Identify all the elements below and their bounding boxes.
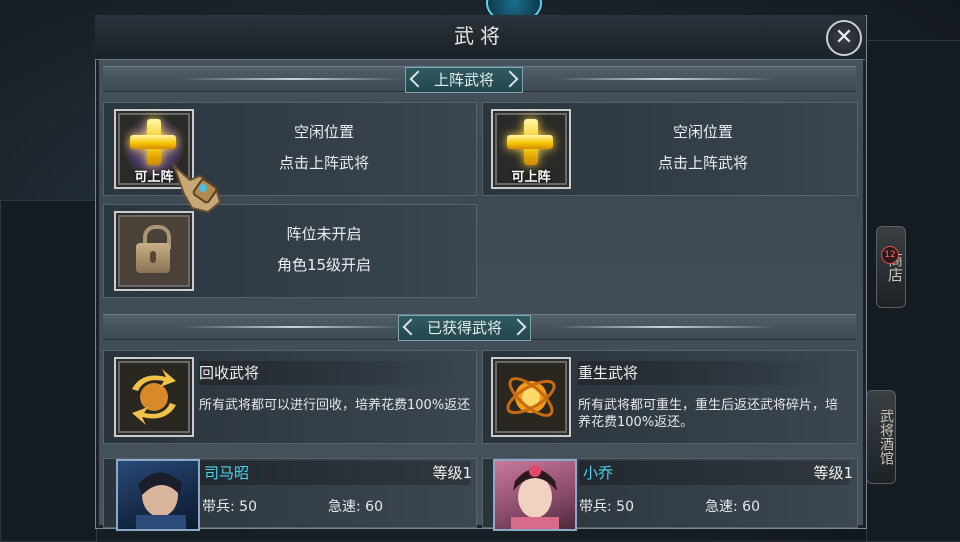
hero-level: 等级1 — [432, 464, 472, 482]
troops-value: 50 — [616, 499, 634, 515]
window-title: 武将 — [454, 24, 506, 48]
hero-speed: 急速: 60 — [328, 495, 383, 519]
slot-status-text: 空闲位置 点击上阵武将 — [204, 117, 444, 179]
deploy-slot-2[interactable]: 可上阵 空闲位置 点击上阵武将 — [482, 102, 858, 196]
slot-status-text: 阵位未开启 角色15级开启 — [204, 219, 444, 281]
header-divider-left — [183, 326, 403, 328]
pointing-hand-icon — [171, 162, 222, 214]
slot-status-text: 空闲位置 点击上阵武将 — [583, 117, 823, 179]
troops-label: 带兵: — [579, 499, 612, 515]
deploy-section-title: 上阵武将 — [405, 67, 524, 93]
plus-icon — [130, 119, 176, 165]
hero-troops: 带兵: 50 — [202, 495, 257, 519]
close-button[interactable]: ✕ — [826, 20, 862, 56]
shop-badge: 12 — [881, 246, 899, 264]
deploy-section-header: 上阵武将 — [103, 66, 856, 93]
slot-icon-frame — [114, 211, 194, 291]
deploy-slot-3-locked[interactable]: 阵位未开启 角色15级开启 — [103, 204, 477, 298]
rebirth-description: 所有武将都可重生，重生后返还武将碎片，培养花费100%返还。 — [578, 398, 839, 430]
slot-line-1: 空闲位置 — [293, 123, 354, 141]
recycle-title: 回收武将 — [199, 361, 459, 385]
recycle-icon-frame — [114, 357, 194, 437]
troops-label: 带兵: — [202, 499, 235, 515]
tavern-side-button[interactable]: 武将酒馆 — [866, 390, 896, 484]
hero-level: 等级1 — [813, 464, 853, 482]
hero-portrait — [116, 459, 200, 531]
tavern-label: 武将酒馆 — [878, 409, 894, 465]
lock-icon — [136, 225, 171, 273]
deploy-slot-1[interactable]: 可上阵 空闲位置 点击上阵武将 — [103, 102, 477, 196]
hero-card-xiaoqiao[interactable]: 小乔 等级1 带兵: 50 急速: 60 — [482, 458, 858, 531]
header-divider-right — [555, 326, 775, 328]
rebirth-title: 重生武将 — [578, 361, 838, 385]
hero-speed: 急速: 60 — [705, 495, 760, 519]
owned-section-header: 已获得武将 — [103, 314, 856, 341]
recycle-heroes-card[interactable]: 回收武将 所有武将都可以进行回收，培养花费100%返还 — [103, 350, 477, 444]
plus-icon — [507, 119, 553, 165]
rebirth-icon — [506, 377, 556, 417]
slot-line-1: 空闲位置 — [672, 123, 733, 141]
speed-label: 急速: — [705, 499, 738, 515]
hero-name-strip — [579, 461, 849, 485]
hero-card-simazhao[interactable]: 司马昭 等级1 带兵: 50 急速: 60 — [103, 458, 477, 531]
slot-line-1: 阵位未开启 — [286, 225, 362, 243]
rebirth-icon-frame — [491, 357, 571, 437]
slot-line-2: 角色15级开启 — [276, 256, 372, 274]
background-building-left — [0, 200, 97, 542]
hero-troops: 带兵: 50 — [579, 495, 634, 519]
owned-section-title: 已获得武将 — [398, 315, 532, 341]
hero-portrait-image — [511, 465, 559, 529]
recycle-icon — [132, 369, 176, 425]
hero-portrait-image — [136, 472, 186, 529]
troops-value: 50 — [239, 499, 257, 515]
speed-label: 急速: — [328, 499, 361, 515]
recycle-description: 所有武将都可以进行回收，培养花费100%返还 — [199, 398, 471, 413]
slot-line-2: 点击上阵武将 — [657, 154, 748, 172]
slot-line-2: 点击上阵武将 — [278, 154, 369, 172]
speed-value: 60 — [742, 499, 760, 515]
hero-portrait — [493, 459, 577, 531]
shop-side-button[interactable]: 商店 — [876, 226, 906, 308]
lock-keyhole — [150, 251, 156, 263]
close-icon: ✕ — [834, 25, 854, 50]
hero-name: 司马昭 — [204, 464, 250, 482]
hero-name: 小乔 — [583, 464, 614, 482]
can-deploy-badge: 可上阵 — [511, 170, 551, 185]
header-divider-right — [555, 78, 775, 80]
rebirth-heroes-card[interactable]: 重生武将 所有武将都可重生，重生后返还武将碎片，培养花费100%返还。 — [482, 350, 858, 444]
header-divider-left — [183, 78, 403, 80]
speed-value: 60 — [365, 499, 383, 515]
slot-icon-frame: 可上阵 — [491, 109, 571, 189]
